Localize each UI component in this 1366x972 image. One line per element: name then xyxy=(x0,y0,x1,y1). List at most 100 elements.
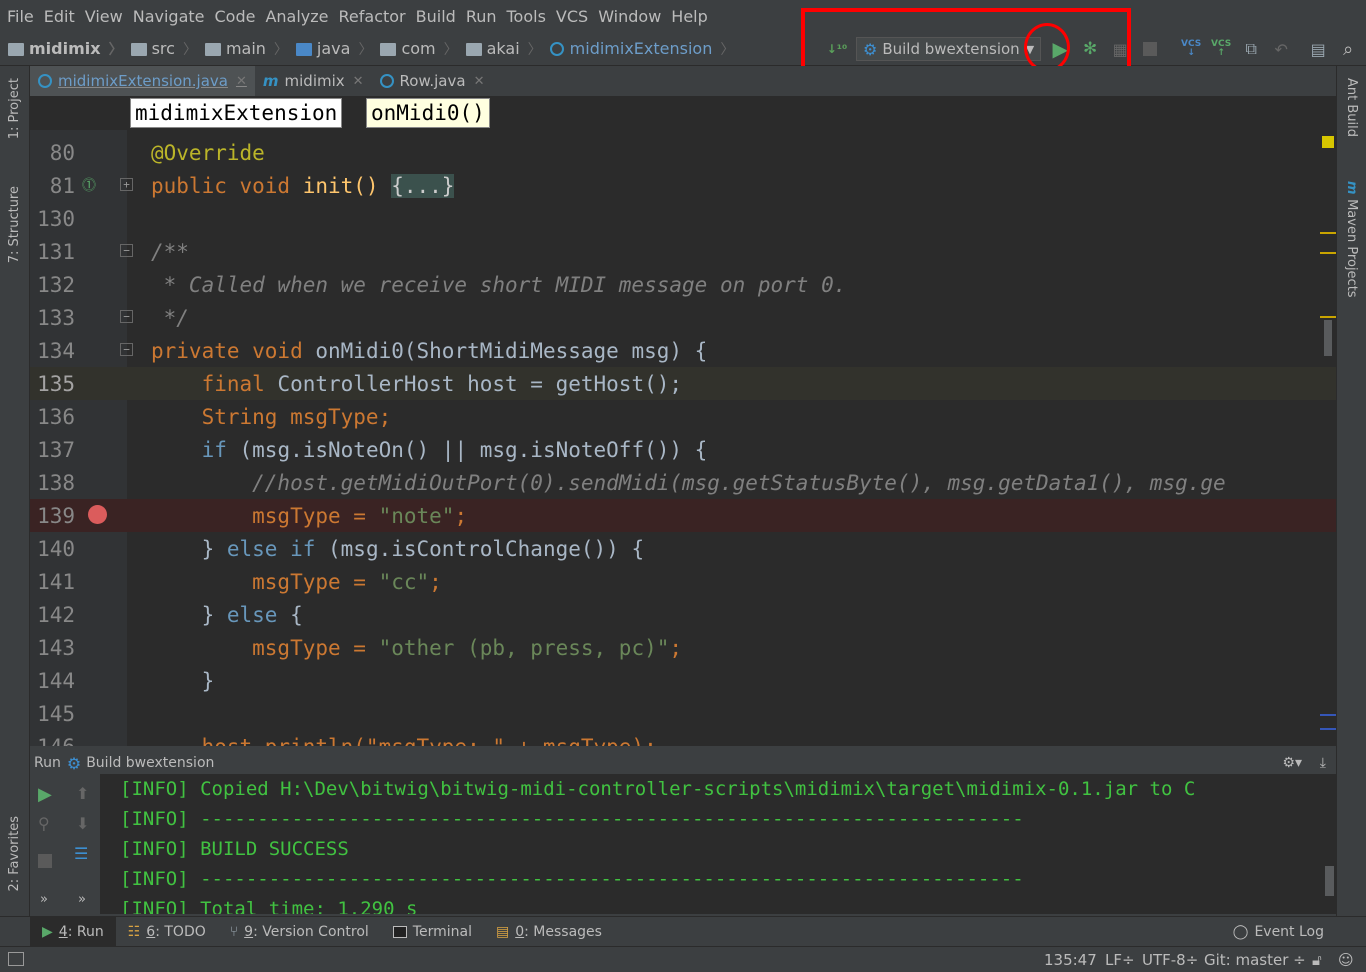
code-line: 134 − private void onMidi0(ShortMidiMessag… xyxy=(30,334,1336,367)
close-icon[interactable]: ✕ xyxy=(474,74,485,89)
info-marker[interactable] xyxy=(1320,728,1336,730)
code-line-current: 135 final ControllerHost host = getHost(… xyxy=(30,367,1336,400)
line-number: 145 xyxy=(37,702,75,726)
tab-midimixextension[interactable]: midimixExtension.java ✕ xyxy=(30,66,255,96)
tab-key: 9 xyxy=(244,923,254,940)
code-editor[interactable]: 80 @Override 81 ⓵ + public void init() {...}… xyxy=(30,130,1336,746)
close-icon[interactable]: ✕ xyxy=(236,74,247,89)
code-text: host.println("msgType: " + msgType); xyxy=(151,735,657,746)
close-icon[interactable]: ✕ xyxy=(353,74,364,89)
code-token: private void xyxy=(151,339,316,363)
breakpoint-icon[interactable] xyxy=(88,505,107,524)
breadcrumb-com[interactable]: com 〉 xyxy=(380,39,458,59)
menu-analyze[interactable]: Analyze xyxy=(260,7,333,26)
todo-tool-tab[interactable]: ☷ 6: TODO xyxy=(116,917,218,947)
tab-midimix[interactable]: m midimix ✕ xyxy=(255,66,372,96)
warning-marker[interactable] xyxy=(1320,316,1336,318)
breadcrumb-main[interactable]: main 〉 xyxy=(204,39,288,59)
info-marker[interactable] xyxy=(1320,714,1336,716)
file-encoding[interactable]: UTF-8÷ xyxy=(1142,951,1198,969)
lock-icon[interactable]: 🔓︎ xyxy=(1312,951,1322,969)
more-actions-left[interactable]: » xyxy=(40,892,48,907)
inspector-icon[interactable]: ☺ xyxy=(1338,951,1354,969)
project-tool-button[interactable]: 1: Project xyxy=(7,78,22,139)
line-number: 141 xyxy=(37,570,75,594)
menu-refactor[interactable]: Refactor xyxy=(334,7,411,26)
event-log-tool-tab[interactable]: ◯ Event Log xyxy=(1221,917,1336,947)
code-token: { xyxy=(290,603,303,627)
breadcrumb-project[interactable]: midimix 〉 xyxy=(8,39,123,59)
fold-collapse-icon[interactable]: − xyxy=(120,343,133,356)
settings-icon[interactable]: ⚙▾ xyxy=(1282,755,1302,771)
folder-icon xyxy=(204,43,221,56)
code-text: } else { xyxy=(151,603,303,627)
menu-window[interactable]: Window xyxy=(593,7,666,26)
code-line: 141 msgType = "cc"; xyxy=(30,565,1336,598)
messages-tool-tab[interactable]: ▤ 0: Messages xyxy=(484,917,614,947)
compare-button[interactable]: ⧉ xyxy=(1237,35,1265,63)
menu-tools[interactable]: Tools xyxy=(502,7,551,26)
fold-collapse-icon[interactable]: − xyxy=(120,244,133,257)
menu-vcs[interactable]: VCS xyxy=(551,7,593,26)
menu-navigate[interactable]: Navigate xyxy=(128,7,210,26)
right-tool-strip: Ant Build m Maven Projects xyxy=(1336,66,1366,916)
tab-row[interactable]: Row.java ✕ xyxy=(372,66,493,96)
stop-button[interactable] xyxy=(1136,35,1164,63)
console-scroll-thumb[interactable] xyxy=(1325,866,1334,896)
code-token: "cc" xyxy=(378,570,430,594)
play-icon: ▶ xyxy=(42,923,53,940)
toggle-tool-windows-icon[interactable] xyxy=(8,952,24,966)
code-text: private void onMidi0(ShortMidiMessage ms… xyxy=(151,339,707,363)
method-crumb[interactable]: onMidi0() xyxy=(366,98,490,128)
pin-tab-button[interactable]: ⚲ xyxy=(38,814,50,833)
run-console[interactable]: [INFO] Copied H:\Dev\bitwig\bitwig-midi-… xyxy=(100,774,1336,914)
vcs-update-button[interactable]: VCS ↓ xyxy=(1177,35,1205,63)
run-tool-tab[interactable]: ▶ 4: Run xyxy=(30,916,116,947)
vcs-commit-icon: VCS ↑ xyxy=(1211,39,1232,58)
terminal-tool-tab[interactable]: Terminal xyxy=(381,917,484,947)
breadcrumb-akai[interactable]: akai 〉 xyxy=(465,39,542,59)
search-everywhere-button[interactable]: ⌕ xyxy=(1334,35,1362,63)
breadcrumb-class[interactable]: midimixExtension 〉 xyxy=(549,39,734,59)
menu-help[interactable]: Help xyxy=(666,7,712,26)
warning-marker[interactable] xyxy=(1320,232,1336,234)
scroll-thumb[interactable] xyxy=(1324,320,1332,356)
hide-panel-icon[interactable]: ⤓ xyxy=(1320,755,1326,771)
soft-wrap-button[interactable]: ☰ xyxy=(74,844,88,863)
scroll-down-button[interactable]: ⬇ xyxy=(76,814,89,833)
git-branch[interactable]: Git: master ÷ xyxy=(1204,951,1306,969)
editor-scrollbar[interactable] xyxy=(1320,130,1336,746)
fold-end-icon[interactable]: − xyxy=(120,310,133,323)
more-actions-right[interactable]: » xyxy=(78,892,86,907)
line-separator[interactable]: LF÷ xyxy=(1105,951,1135,969)
favorites-tool-button[interactable]: 2: Favorites xyxy=(7,816,22,892)
warning-marker[interactable] xyxy=(1320,252,1336,254)
class-crumb[interactable]: midimixExtension xyxy=(130,98,343,128)
menu-edit[interactable]: Edit xyxy=(39,7,80,26)
override-marker-icon[interactable]: ⓵ xyxy=(82,175,96,195)
vcs-commit-button[interactable]: VCS ↑ xyxy=(1207,35,1235,63)
menu-view[interactable]: View xyxy=(80,7,128,26)
scroll-up-button[interactable]: ⬆ xyxy=(76,784,89,803)
version-control-tool-tab[interactable]: ⑂ 9: Version Control xyxy=(218,917,381,947)
folded-block[interactable]: {...} xyxy=(391,174,455,198)
structure-tool-button[interactable]: 7: Structure xyxy=(7,186,22,263)
line-number: 139 xyxy=(37,504,75,528)
menu-file[interactable]: File xyxy=(2,7,39,26)
tool-label: Maven Projects xyxy=(1344,199,1359,298)
project-structure-button[interactable]: ▤ xyxy=(1304,35,1332,63)
maven-projects-tool-button[interactable]: m Maven Projects xyxy=(1344,181,1359,298)
menu-code[interactable]: Code xyxy=(210,7,261,26)
breadcrumb-src[interactable]: src 〉 xyxy=(130,39,197,59)
breadcrumb-java[interactable]: java 〉 xyxy=(295,39,372,59)
menu-run[interactable]: Run xyxy=(461,7,502,26)
ant-build-tool-button[interactable]: Ant Build xyxy=(1344,78,1359,137)
revert-button[interactable]: ↶ xyxy=(1267,35,1295,63)
fold-expand-icon[interactable]: + xyxy=(120,178,133,191)
rerun-button[interactable]: ▶ xyxy=(38,784,52,805)
caret-position[interactable]: 135:47 xyxy=(1044,951,1097,969)
stop-run-button[interactable] xyxy=(38,854,52,872)
code-token: onMidi0(ShortMidiMessage msg) { xyxy=(315,339,708,363)
menu-build[interactable]: Build xyxy=(411,7,461,26)
event-log-icon: ◯ xyxy=(1232,923,1249,940)
